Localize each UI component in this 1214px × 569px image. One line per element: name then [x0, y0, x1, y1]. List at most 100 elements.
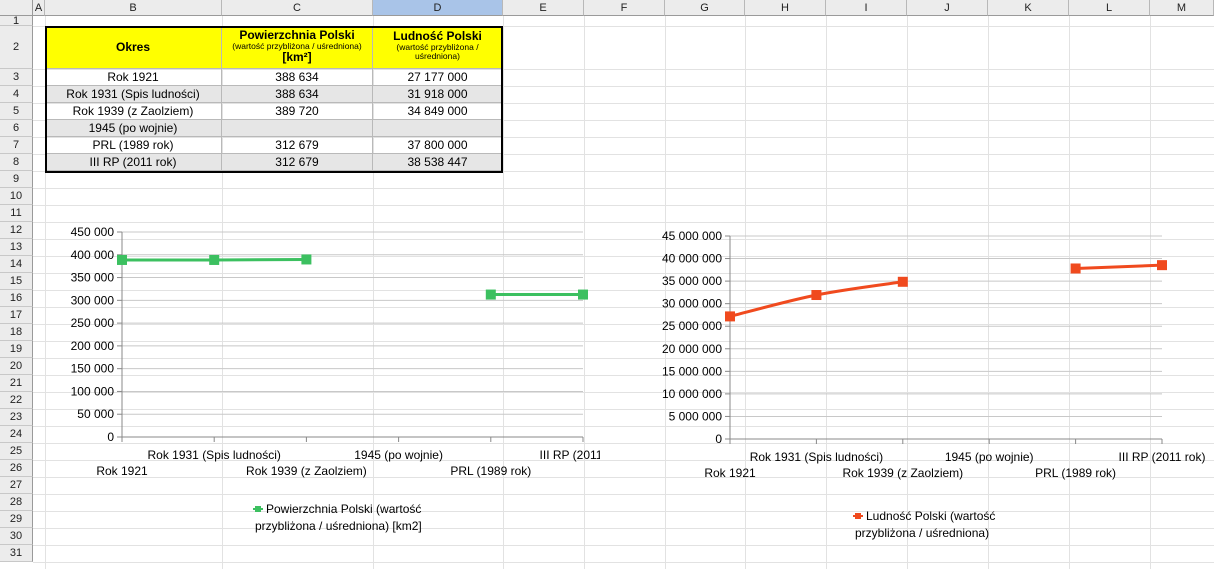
- data-point: [117, 254, 127, 265]
- column-header-c[interactable]: C: [222, 0, 373, 16]
- row-header-8[interactable]: 8: [0, 154, 33, 171]
- table-cell-pow[interactable]: [222, 120, 373, 137]
- table-cell-lud[interactable]: [373, 120, 503, 137]
- column-header-k[interactable]: K: [988, 0, 1069, 16]
- y-tick-label: 35 000 000: [662, 274, 722, 288]
- table-cell-pow[interactable]: 312 679: [222, 137, 373, 154]
- column-header-e[interactable]: E: [503, 0, 584, 16]
- x-tick-label: Rok 1921: [704, 466, 756, 480]
- row-header-12[interactable]: 12: [0, 222, 33, 239]
- row-header-4[interactable]: 4: [0, 86, 33, 103]
- row-header-17[interactable]: 17: [0, 307, 33, 324]
- row-header-11[interactable]: 11: [0, 205, 33, 222]
- row-header-13[interactable]: 13: [0, 239, 33, 256]
- x-tick-label: 1945 (po wojnie): [945, 450, 1034, 464]
- table-cell-lud[interactable]: 38 538 447: [373, 154, 503, 171]
- y-tick-label: 0: [715, 432, 722, 446]
- legend-text: Powierzchnia Polski (wartość: [266, 502, 421, 516]
- data-point: [725, 311, 735, 322]
- row-header-15[interactable]: 15: [0, 273, 33, 290]
- table-cell-okres[interactable]: PRL (1989 rok): [45, 137, 222, 154]
- x-tick-label: Rok 1931 (Spis ludności): [147, 448, 280, 462]
- header-ludnosc[interactable]: Ludność Polski (wartość przybliżona / uś…: [373, 26, 503, 69]
- row-header-19[interactable]: 19: [0, 341, 33, 358]
- row-header-6[interactable]: 6: [0, 120, 33, 137]
- chart-ludnosc[interactable]: 0 5 000 000 10 000 000 15 000 000 20 000 000…: [635, 192, 1213, 548]
- legend-text: Ludność Polski (wartość: [866, 509, 995, 523]
- legend-marker: [255, 506, 261, 512]
- data-point: [578, 289, 588, 300]
- row-header-7[interactable]: 7: [0, 137, 33, 154]
- column-header-m[interactable]: M: [1150, 0, 1214, 16]
- column-header-a[interactable]: A: [33, 0, 45, 16]
- table-cell-pow[interactable]: 389 720: [222, 103, 373, 120]
- table-cell-okres[interactable]: Rok 1931 (Spis ludności): [45, 86, 222, 103]
- row-header-1[interactable]: 1: [0, 16, 33, 27]
- column-header-h[interactable]: H: [745, 0, 826, 16]
- legend-text: przybliżona / uśredniona): [855, 526, 989, 540]
- table-cell-pow[interactable]: 388 634: [222, 86, 373, 103]
- header-ludnosc-main: Ludność Polski: [393, 29, 482, 43]
- row-header-24[interactable]: 24: [0, 426, 33, 443]
- x-tick-label: Rok 1939 (z Zaolziem): [246, 464, 367, 478]
- row-header-3[interactable]: 3: [0, 69, 33, 86]
- chart-powierzchnia[interactable]: 0 50 000 100 000 150 000 200 000 250 000 300 0…: [45, 192, 600, 548]
- row-header-18[interactable]: 18: [0, 324, 33, 341]
- row-header-30[interactable]: 30: [0, 528, 33, 545]
- table-cell-lud[interactable]: 34 849 000: [373, 103, 503, 120]
- row-header-27[interactable]: 27: [0, 477, 33, 494]
- spreadsheet[interactable]: ABCDEFGHIJKLM 1 2 3 4 5 6 7 8 9 10 11 12 13 14 15 16 17 1…: [0, 0, 1214, 569]
- header-powierzchnia[interactable]: Powierzchnia Polski (wartość przybliżona…: [222, 26, 373, 69]
- row-header-21[interactable]: 21: [0, 375, 33, 392]
- row-header-2[interactable]: 2: [0, 26, 33, 69]
- column-header-j[interactable]: J: [907, 0, 988, 16]
- row-header-5[interactable]: 5: [0, 103, 33, 120]
- data-point: [897, 276, 908, 287]
- table-cell-okres[interactable]: 1945 (po wojnie): [45, 120, 222, 137]
- data-point: [811, 290, 822, 301]
- table-cell-pow[interactable]: 312 679: [222, 154, 373, 171]
- y-tick-label: 45 000 000: [662, 229, 722, 243]
- row-header-14[interactable]: 14: [0, 256, 33, 273]
- row-header-26[interactable]: 26: [0, 460, 33, 477]
- header-powierzchnia-unit: [km²]: [282, 49, 312, 64]
- table-cell-okres[interactable]: Rok 1939 (z Zaolziem): [45, 103, 222, 120]
- grid-line: [33, 562, 1214, 563]
- column-header-b[interactable]: B: [45, 0, 222, 16]
- row-header-29[interactable]: 29: [0, 511, 33, 528]
- select-all-corner[interactable]: [0, 0, 33, 16]
- header-ludnosc-sub: (wartość przybliżona / uśredniona): [396, 41, 479, 61]
- column-header-f[interactable]: F: [584, 0, 665, 16]
- row-header-25[interactable]: 25: [0, 443, 33, 460]
- x-tick-label: Rok 1939 (z Zaolziem): [842, 466, 963, 480]
- row-header-23[interactable]: 23: [0, 409, 33, 426]
- table-cell-lud[interactable]: 31 918 000: [373, 86, 503, 103]
- grid-line: [33, 188, 1214, 189]
- y-tick-label: 25 000 000: [662, 319, 722, 333]
- x-tick-label: Rok 1921: [96, 464, 148, 478]
- y-tick-label: 20 000 000: [662, 342, 722, 356]
- y-tick-label: 30 000 000: [662, 297, 722, 311]
- row-header-20[interactable]: 20: [0, 358, 33, 375]
- table-cell-lud[interactable]: 27 177 000: [373, 69, 503, 86]
- row-header-31[interactable]: 31: [0, 545, 33, 562]
- table-cell-pow[interactable]: 388 634: [222, 69, 373, 86]
- legend-marker: [855, 513, 861, 519]
- header-powierzchnia-main: Powierzchnia Polski: [239, 28, 355, 42]
- x-tick-label: PRL (1989 rok): [450, 464, 531, 478]
- table-cell-lud[interactable]: 37 800 000: [373, 137, 503, 154]
- table-cell-okres[interactable]: Rok 1921: [45, 69, 222, 86]
- row-header-22[interactable]: 22: [0, 392, 33, 409]
- row-header-28[interactable]: 28: [0, 494, 33, 511]
- data-point: [485, 289, 496, 300]
- row-header-10[interactable]: 10: [0, 188, 33, 205]
- row-header-9[interactable]: 9: [0, 171, 33, 188]
- row-header-16[interactable]: 16: [0, 290, 33, 307]
- column-header-l[interactable]: L: [1069, 0, 1150, 16]
- column-header-d[interactable]: D: [373, 0, 503, 16]
- header-okres[interactable]: Okres: [45, 26, 222, 69]
- legend-text: przybliżona / uśredniona) [km2]: [255, 519, 422, 533]
- table-cell-okres[interactable]: III RP (2011 rok): [45, 154, 222, 171]
- column-header-g[interactable]: G: [665, 0, 745, 16]
- column-header-i[interactable]: I: [826, 0, 907, 16]
